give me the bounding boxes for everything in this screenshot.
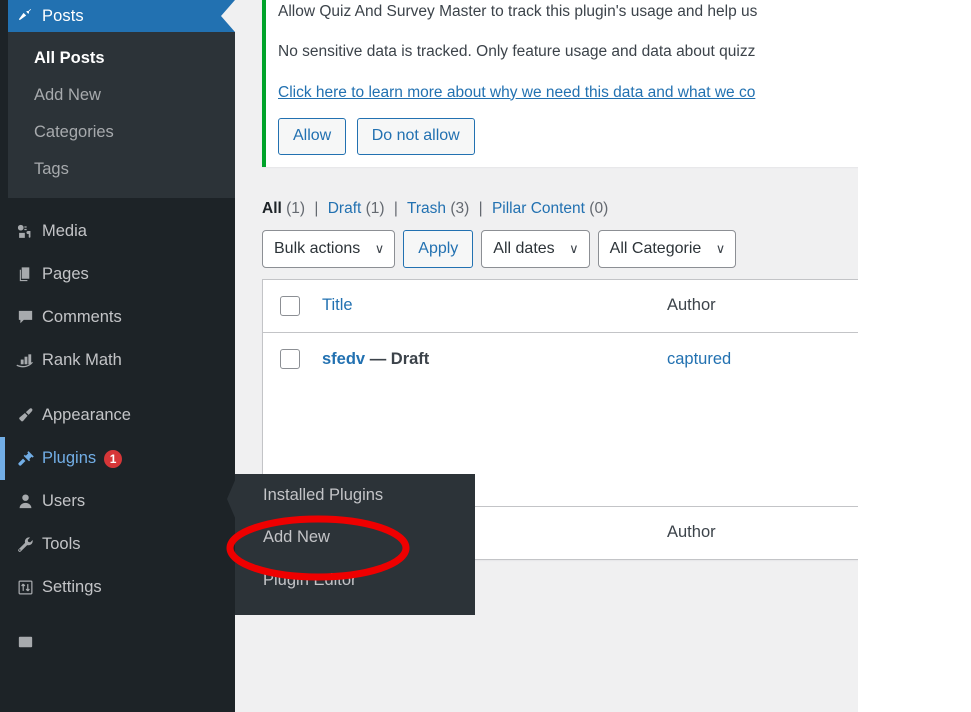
post-status-filters: All (1) | Draft (1) | Trash (3) | Pillar… (262, 200, 858, 218)
date-filter-select[interactable]: All dates ∨ (481, 230, 589, 268)
sidebar-item-media[interactable]: Media (8, 210, 235, 253)
submenu-item-all-posts[interactable]: All Posts (8, 40, 235, 77)
sidebar-separator-1 (0, 198, 235, 210)
submenu-item-add-new[interactable]: Add New (8, 77, 235, 114)
chevron-down-icon: ∨ (569, 241, 579, 257)
sidebar-item-rank-math-label: Rank Math (42, 351, 122, 370)
filter-separator-3: | (479, 200, 483, 217)
column-header-author[interactable]: Author (667, 296, 852, 315)
filter-draft-count: (1) (366, 200, 385, 217)
sidebar-item-partial[interactable] (8, 621, 235, 664)
bulk-actions-select-top[interactable]: Bulk actions ∨ (262, 230, 395, 268)
sidebar-separator-3 (0, 609, 235, 621)
category-filter-value: All Categorie (610, 240, 702, 258)
appearance-icon (8, 406, 42, 425)
sidebar-item-posts[interactable]: Posts (8, 0, 235, 32)
notice-line-1: Allow Quiz And Survey Master to track th… (278, 0, 858, 23)
post-status-label: Draft (391, 350, 430, 368)
pages-icon (8, 265, 42, 284)
sidebar-item-tools-label: Tools (42, 535, 81, 554)
sidebar-item-appearance[interactable]: Appearance (8, 394, 235, 437)
plugins-arrow-indicator (221, 437, 235, 479)
column-footer-author[interactable]: Author (667, 523, 852, 542)
row-checkbox[interactable] (280, 349, 300, 369)
sidebar-item-rank-math[interactable]: Rank Math (8, 339, 235, 382)
sidebar-item-media-label: Media (42, 222, 87, 241)
notice-button-row: Allow Do not allow (278, 118, 858, 155)
column-header-title[interactable]: Title (322, 296, 667, 315)
filter-separator-1: | (314, 200, 318, 217)
partial-icon (8, 633, 42, 652)
chevron-down-icon: ∨ (375, 241, 385, 257)
notice-line-2: No sensitive data is tracked. Only featu… (278, 40, 858, 63)
bulk-actions-select-top-value: Bulk actions (274, 240, 360, 258)
sidebar-item-users[interactable]: Users (8, 480, 235, 523)
sidebar-item-comments[interactable]: Comments (8, 296, 235, 339)
filter-trash-label[interactable]: Trash (407, 200, 446, 217)
filter-all-label[interactable]: All (262, 200, 282, 217)
category-filter-select[interactable]: All Categorie ∨ (598, 230, 737, 268)
media-icon (8, 222, 42, 241)
plugins-update-badge: 1 (104, 450, 122, 468)
do-not-allow-button[interactable]: Do not allow (357, 118, 475, 155)
submenu-item-categories[interactable]: Categories (8, 114, 235, 151)
sidebar-item-settings[interactable]: Settings (8, 566, 235, 609)
sidebar-item-appearance-label: Appearance (42, 406, 131, 425)
post-title-link[interactable]: sfedv (322, 350, 365, 368)
flyout-item-add-new[interactable]: Add New (235, 516, 475, 558)
chevron-down-icon: ∨ (716, 241, 726, 257)
allow-button[interactable]: Allow (278, 118, 346, 155)
sidebar-separator-2 (0, 382, 235, 394)
flyout-notch (227, 478, 236, 520)
filter-draft-label[interactable]: Draft (328, 200, 362, 217)
wordpress-admin-screen: Posts All Posts Add New Categories Tags … (0, 0, 971, 712)
flyout-item-installed-plugins[interactable]: Installed Plugins (235, 474, 475, 516)
comments-icon (8, 308, 42, 327)
sidebar-item-plugins-label: Plugins (42, 449, 96, 468)
sidebar-item-tools[interactable]: Tools (8, 523, 235, 566)
settings-icon (8, 578, 42, 597)
sidebar-item-pages[interactable]: Pages (8, 253, 235, 296)
table-header-row: Title Author (263, 280, 858, 333)
notice-link-paragraph: Click here to learn more about why we ne… (278, 81, 858, 104)
select-all-checkbox[interactable] (280, 296, 300, 316)
sidebar-item-settings-label: Settings (42, 578, 102, 597)
flyout-item-plugin-editor[interactable]: Plugin Editor (235, 559, 475, 601)
date-filter-value: All dates (493, 240, 554, 258)
filter-separator-2: | (394, 200, 398, 217)
row-author-cell: captured (667, 350, 852, 369)
posts-submenu: All Posts Add New Categories Tags (8, 32, 235, 198)
filter-pillar-content-label[interactable]: Pillar Content (492, 200, 585, 217)
table-row: sfedv — Draft captured (263, 333, 858, 386)
admin-sidebar: Posts All Posts Add New Categories Tags … (0, 0, 235, 712)
post-status-dash: — (370, 350, 387, 368)
sidebar-item-posts-label: Posts (42, 7, 84, 26)
sidebar-item-comments-label: Comments (42, 308, 122, 327)
apply-button-top[interactable]: Apply (403, 230, 473, 268)
row-title-cell: sfedv — Draft (322, 350, 667, 369)
plugins-icon (8, 449, 42, 468)
tablenav-top: Bulk actions ∨ Apply All dates ∨ All Cat… (262, 230, 858, 268)
post-author-link[interactable]: captured (667, 350, 731, 368)
plugins-flyout-menu: Installed Plugins Add New Plugin Editor (235, 474, 475, 615)
filter-trash-count: (3) (450, 200, 469, 217)
filter-pillar-content-count: (0) (589, 200, 608, 217)
learn-more-link[interactable]: Click here to learn more about why we ne… (278, 84, 755, 101)
users-icon (8, 492, 42, 511)
pin-icon (8, 6, 42, 27)
tools-icon (8, 535, 42, 554)
sidebar-item-users-label: Users (42, 492, 85, 511)
rank-math-icon (8, 351, 42, 370)
sidebar-item-plugins[interactable]: Plugins 1 (8, 437, 235, 480)
posts-arrow-indicator (221, 0, 235, 32)
plugin-tracking-notice: Allow Quiz And Survey Master to track th… (262, 0, 858, 167)
filter-all-count: (1) (286, 200, 305, 217)
sidebar-item-pages-label: Pages (42, 265, 89, 284)
submenu-item-tags[interactable]: Tags (8, 151, 235, 188)
